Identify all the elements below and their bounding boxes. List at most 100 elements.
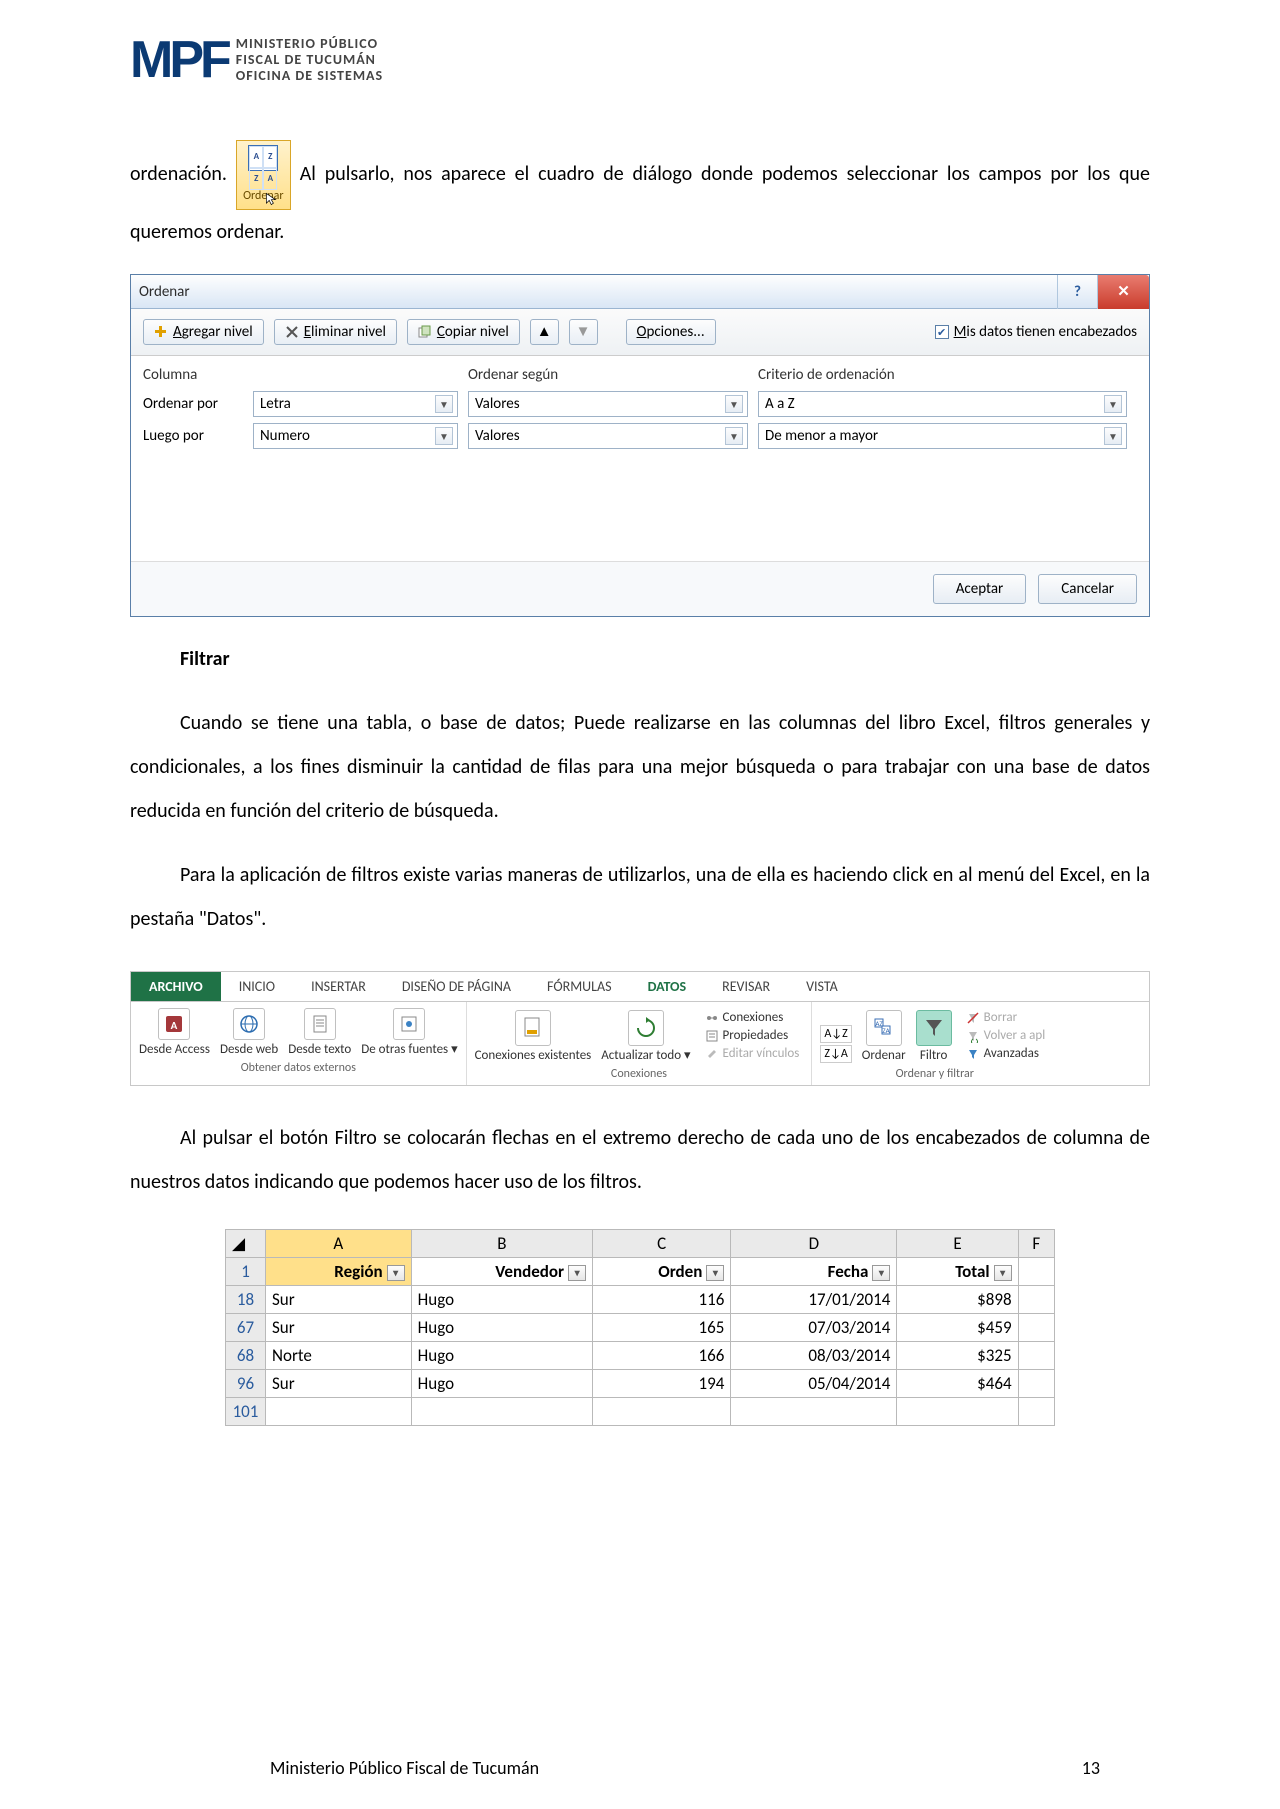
cell[interactable]: Hugo: [411, 1286, 592, 1314]
cell[interactable]: Hugo: [411, 1314, 592, 1342]
cell[interactable]: 08/03/2014: [731, 1342, 897, 1370]
header-cell[interactable]: Fecha▾: [731, 1258, 897, 1286]
sort-button-icon[interactable]: AZZA Ordenar: [236, 140, 291, 210]
cell[interactable]: [593, 1398, 731, 1426]
col-header[interactable]: B: [411, 1230, 592, 1258]
tab-archivo[interactable]: ARCHIVO: [131, 972, 221, 1001]
column-combo[interactable]: Numero▼: [253, 423, 458, 449]
cell[interactable]: Sur: [266, 1370, 412, 1398]
col-header[interactable]: C: [593, 1230, 731, 1258]
col-header[interactable]: E: [897, 1230, 1018, 1258]
filter-toggle-icon[interactable]: ▾: [872, 1265, 890, 1281]
header-cell[interactable]: Orden▾: [593, 1258, 731, 1286]
cell[interactable]: 194: [593, 1370, 731, 1398]
from-text-button[interactable]: Desde texto: [288, 1008, 351, 1057]
edit-links-link[interactable]: Editar vínculos: [705, 1046, 800, 1061]
col-header[interactable]: F: [1018, 1230, 1054, 1258]
delete-level-button[interactable]: Eliminar nivel: [274, 319, 397, 345]
from-access-button[interactable]: A Desde Access: [139, 1008, 210, 1057]
add-level-button[interactable]: Agregar nivel: [143, 319, 264, 345]
properties-link[interactable]: Propiedades: [705, 1028, 800, 1043]
tab-revisar[interactable]: REVISAR: [704, 972, 788, 1001]
cell[interactable]: $459: [897, 1314, 1018, 1342]
options-button[interactable]: Opciones...: [626, 319, 716, 345]
paragraph-ordenacion: ordenación. AZZA Ordenar Al pulsarlo, no…: [130, 140, 1150, 254]
tab-formulas[interactable]: FÓRMULAS: [529, 972, 630, 1001]
from-web-button[interactable]: Desde web: [220, 1008, 278, 1057]
cell[interactable]: 166: [593, 1342, 731, 1370]
cell[interactable]: 165: [593, 1314, 731, 1342]
filter-toggle-icon[interactable]: ▾: [994, 1265, 1012, 1281]
tab-diseno[interactable]: DISEÑO DE PÁGINA: [384, 972, 529, 1001]
cell[interactable]: Sur: [266, 1286, 412, 1314]
cancel-button[interactable]: Cancelar: [1038, 574, 1137, 604]
row-header[interactable]: 1: [226, 1258, 266, 1286]
has-headers-checkbox[interactable]: ✔ Mis datos tienen encabezados: [935, 323, 1137, 341]
cell[interactable]: Hugo: [411, 1370, 592, 1398]
sortby-combo[interactable]: Valores▼: [468, 391, 748, 417]
help-button[interactable]: ?: [1057, 275, 1097, 309]
reapply-link[interactable]: Volver a apl: [966, 1028, 1046, 1043]
row-header[interactable]: 96: [226, 1370, 266, 1398]
connections-link[interactable]: Conexiones: [705, 1010, 800, 1025]
cell[interactable]: Sur: [266, 1314, 412, 1342]
move-up-button[interactable]: ▲: [530, 319, 559, 345]
cell[interactable]: [1018, 1286, 1054, 1314]
cell[interactable]: [411, 1398, 592, 1426]
cell[interactable]: $325: [897, 1342, 1018, 1370]
sortby-combo[interactable]: Valores▼: [468, 423, 748, 449]
row-header[interactable]: 68: [226, 1342, 266, 1370]
advanced-icon: [966, 1047, 980, 1061]
row-header[interactable]: 101: [226, 1398, 266, 1426]
row-header[interactable]: 67: [226, 1314, 266, 1342]
sort-desc-button[interactable]: Z↓A: [820, 1045, 851, 1063]
existing-connections-button[interactable]: Conexiones existentes: [475, 1010, 592, 1063]
criteria-combo[interactable]: De menor a mayor▼: [758, 423, 1127, 449]
header-logo: MPF MINISTERIO PÚBLICO FISCAL DE TUCUMÁN…: [130, 30, 1150, 90]
column-combo[interactable]: Letra▼: [253, 391, 458, 417]
cell[interactable]: [1018, 1370, 1054, 1398]
copy-level-button[interactable]: Copiar nivel: [407, 319, 520, 345]
cell[interactable]: 07/03/2014: [731, 1314, 897, 1342]
move-down-button[interactable]: ▼: [569, 319, 598, 345]
header-cell-empty[interactable]: [1018, 1258, 1054, 1286]
filter-toggle-icon[interactable]: ▾: [568, 1265, 586, 1281]
tab-inicio[interactable]: INICIO: [221, 972, 293, 1001]
sort-asc-button[interactable]: A↓Z: [820, 1025, 851, 1043]
col-header[interactable]: D: [731, 1230, 897, 1258]
refresh-all-button[interactable]: Actualizar todo ▾: [601, 1010, 690, 1063]
header-cell[interactable]: Vendedor▾: [411, 1258, 592, 1286]
row-header[interactable]: 18: [226, 1286, 266, 1314]
cell[interactable]: Hugo: [411, 1342, 592, 1370]
tab-datos[interactable]: DATOS: [630, 972, 705, 1001]
cell[interactable]: Norte: [266, 1342, 412, 1370]
cell[interactable]: [1018, 1398, 1054, 1426]
header-cell[interactable]: Región▾: [266, 1258, 412, 1286]
accept-button[interactable]: Aceptar: [933, 574, 1027, 604]
cell[interactable]: $464: [897, 1370, 1018, 1398]
sort-button[interactable]: AZZA Ordenar: [862, 1010, 906, 1063]
criteria-combo[interactable]: A a Z▼: [758, 391, 1127, 417]
cell[interactable]: [266, 1398, 412, 1426]
tab-insertar[interactable]: INSERTAR: [293, 972, 384, 1001]
tab-vista[interactable]: VISTA: [788, 972, 856, 1001]
cell[interactable]: 116: [593, 1286, 731, 1314]
from-other-button[interactable]: De otras fuentes ▾: [361, 1008, 457, 1057]
cell[interactable]: [1018, 1342, 1054, 1370]
filter-button[interactable]: Filtro: [916, 1010, 952, 1063]
filter-toggle-icon[interactable]: ▾: [387, 1265, 405, 1281]
col-header[interactable]: A: [266, 1230, 412, 1258]
close-button[interactable]: ✕: [1097, 275, 1149, 309]
cell[interactable]: [1018, 1314, 1054, 1342]
clear-link[interactable]: Borrar: [966, 1010, 1046, 1025]
filter-toggle-icon[interactable]: ▾: [706, 1265, 724, 1281]
cell[interactable]: [731, 1398, 897, 1426]
advanced-link[interactable]: Avanzadas: [966, 1046, 1046, 1061]
cell[interactable]: $898: [897, 1286, 1018, 1314]
select-all-cell[interactable]: ◢: [226, 1230, 266, 1258]
cell[interactable]: [897, 1398, 1018, 1426]
sort-header-row: Columna Ordenar según Criterio de ordena…: [143, 362, 1137, 388]
cell[interactable]: 17/01/2014: [731, 1286, 897, 1314]
cell[interactable]: 05/04/2014: [731, 1370, 897, 1398]
header-cell[interactable]: Total▾: [897, 1258, 1018, 1286]
